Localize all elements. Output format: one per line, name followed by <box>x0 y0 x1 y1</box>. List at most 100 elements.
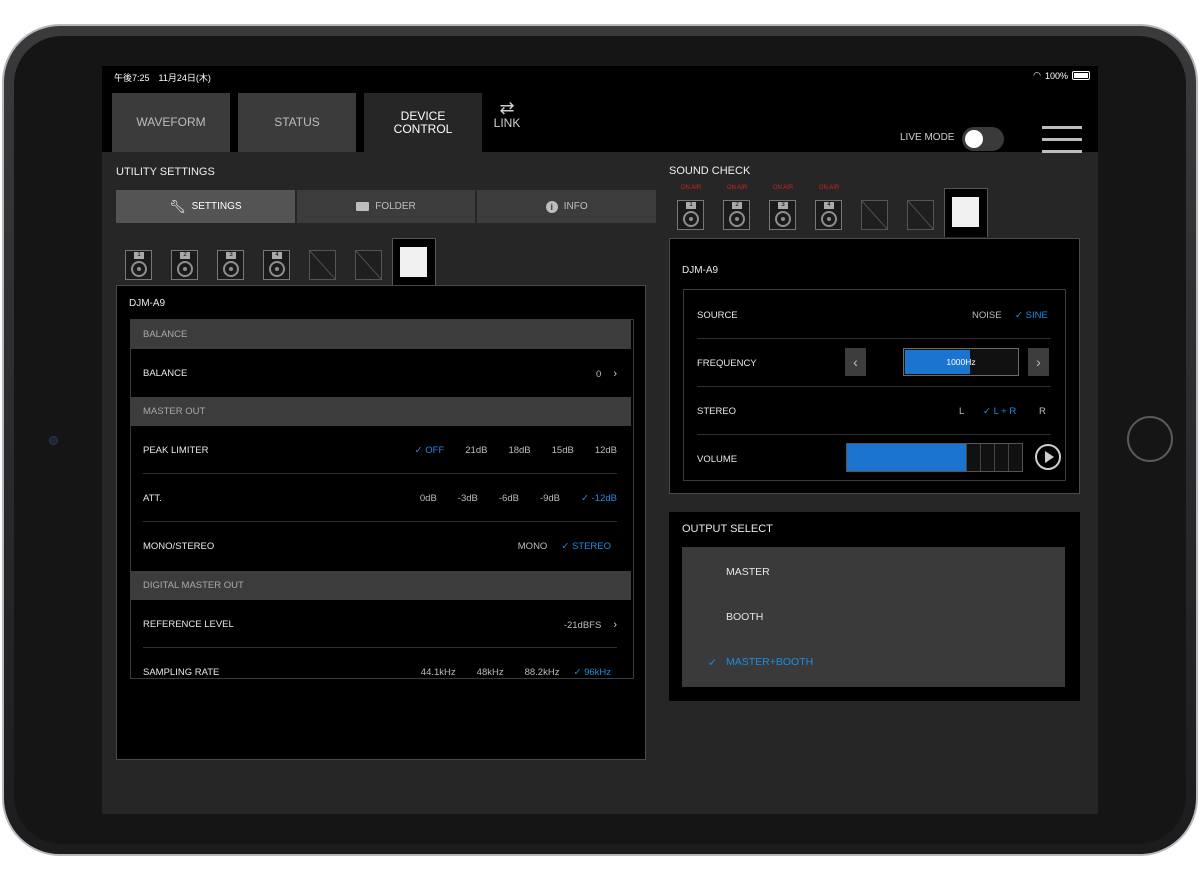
row-reference-level[interactable]: REFERENCE LEVEL -21dBFS › <box>131 600 631 648</box>
row-label: BALANCE <box>143 368 188 379</box>
segment-folder-label: FOLDER <box>375 201 416 212</box>
deck-number: 2 <box>732 202 742 209</box>
hamburger-menu-icon[interactable] <box>1042 126 1082 162</box>
deck-1-button[interactable]: 1 <box>116 243 162 287</box>
frequency-slider[interactable]: 1000Hz <box>903 348 1019 376</box>
turntable-icon <box>131 261 147 277</box>
link-button[interactable]: ⇄ LINK <box>487 99 527 130</box>
on-air-label: ON AIR <box>680 185 702 191</box>
app-screen: 午後7:25 11月24日(木) ◠ 100% WAVEFORM STATUS … <box>102 66 1098 814</box>
option-0db[interactable]: 0dB <box>420 493 437 504</box>
segment-info[interactable]: i INFO <box>477 190 657 223</box>
turntable-icon <box>683 211 699 227</box>
sc-deck-2-button[interactable]: ON AIR 2 <box>714 185 760 237</box>
row-att: ATT. 0dB -3dB -6dB -9dB ✓ -12dB <box>131 474 631 522</box>
segment-settings[interactable]: 🔧︎ SETTINGS <box>116 190 295 223</box>
status-time: 午後7:25 11月24日(木) <box>114 73 211 83</box>
sound-check-device-selector: ON AIR 1 ON AIR 2 ON AIR 3 ON AIR 4 <box>668 185 988 237</box>
output-select-title: OUTPUT SELECT <box>682 523 773 535</box>
sound-check-controls: SOURCE NOISE ✓ SINE FREQUENCY ‹ 1000Hz ›… <box>683 289 1066 481</box>
row-mono-stereo: MONO/STEREO MONO ✓ STEREO <box>131 522 631 570</box>
option-18db[interactable]: 18dB <box>508 445 530 456</box>
row-stereo: STEREO L ✓ L + R R <box>697 386 1051 435</box>
sc-device-name: DJM-A9 <box>682 265 719 276</box>
segment-folder[interactable]: FOLDER <box>296 190 476 223</box>
output-option-master-booth[interactable]: MASTER+BOOTH <box>726 656 813 668</box>
option-l[interactable]: L <box>959 406 964 417</box>
sound-check-panel: DJM-A9 SOURCE NOISE ✓ SINE FREQUENCY ‹ 1… <box>669 238 1080 494</box>
option-44-1khz[interactable]: 44.1kHz <box>421 667 456 678</box>
info-icon: i <box>545 200 558 213</box>
option-minus6db[interactable]: -6dB <box>499 493 519 504</box>
output-option-master[interactable]: MASTER <box>726 566 770 578</box>
row-label: ATT. <box>143 493 162 504</box>
row-frequency: FREQUENCY ‹ 1000Hz › <box>697 338 1051 387</box>
utility-device-selector: 1 2 3 4 <box>116 238 436 287</box>
volume-slider[interactable] <box>846 443 1023 472</box>
mixer-button[interactable] <box>392 238 436 287</box>
on-air-label: ON AIR <box>772 185 794 191</box>
row-label: VOLUME <box>697 454 738 465</box>
segment-info-label: INFO <box>563 201 588 212</box>
option-r[interactable]: R <box>1039 406 1046 417</box>
live-mode-toggle[interactable] <box>962 127 1004 151</box>
turntable-icon <box>775 211 791 227</box>
option-21db[interactable]: 21dB <box>465 445 487 456</box>
option-minus3db[interactable]: -3dB <box>458 493 478 504</box>
option-mono[interactable]: MONO <box>518 541 548 552</box>
deck-empty-slot <box>300 243 346 287</box>
option-12db[interactable]: 12dB <box>595 445 617 456</box>
on-air-label: ON AIR <box>818 185 840 191</box>
option-minus9db[interactable]: -9dB <box>540 493 560 504</box>
status-bar: 午後7:25 11月24日(木) ◠ 100% <box>102 66 1098 86</box>
option-noise[interactable]: NOISE <box>972 310 1002 321</box>
frequency-value: 1000Hz <box>946 357 976 367</box>
turntable-icon <box>223 261 239 277</box>
checkmark-icon: ✓ <box>708 657 718 669</box>
deck-4-button[interactable]: 4 <box>254 243 300 287</box>
option-sine[interactable]: ✓ SINE <box>1015 310 1048 321</box>
tab-device-control[interactable]: DEVICE CONTROL <box>364 93 482 152</box>
row-label: MONO/STEREO <box>143 541 215 552</box>
chevron-right-icon: › <box>613 619 617 631</box>
deck-number: 2 <box>180 252 190 259</box>
battery-percent: 100% <box>1044 70 1068 81</box>
home-button[interactable] <box>1127 416 1173 462</box>
sc-deck-3-button[interactable]: ON AIR 3 <box>760 185 806 237</box>
sc-deck-4-button[interactable]: ON AIR 4 <box>806 185 852 237</box>
chevron-right-icon: › <box>613 368 617 380</box>
output-option-booth[interactable]: BOOTH <box>726 611 763 623</box>
settings-list[interactable]: BALANCE BALANCE 0 › MASTER OUT PEAK LIMIT… <box>130 319 634 679</box>
chevron-right-icon[interactable]: › <box>1028 348 1049 376</box>
option-off[interactable]: ✓ OFF <box>415 445 445 456</box>
utility-segmented-control: 🔧︎ SETTINGS FOLDER i INFO <box>116 190 657 223</box>
row-balance[interactable]: BALANCE 0 › <box>131 349 631 397</box>
utility-panel: DJM-A9 BALANCE BALANCE 0 › MASTER OUT PEA… <box>116 285 646 760</box>
option-stereo[interactable]: ✓ STEREO <box>561 541 611 552</box>
sc-deck-1-button[interactable]: ON AIR 1 <box>668 185 714 237</box>
output-select-panel: OUTPUT SELECT MASTER BOOTH ✓ MASTER+BOOT… <box>669 512 1080 701</box>
row-peak-limiter: PEAK LIMITER ✓ OFF 21dB 18dB 15dB 12dB <box>131 426 631 474</box>
deck-3-button[interactable]: 3 <box>208 243 254 287</box>
tab-waveform-label: WAVEFORM <box>136 115 206 129</box>
option-minus12db[interactable]: ✓ -12dB <box>581 493 617 504</box>
turntable-icon <box>269 261 285 277</box>
sc-mixer-button[interactable] <box>944 188 988 237</box>
deck-empty-slot <box>346 243 392 287</box>
option-88-2khz[interactable]: 88.2kHz <box>525 667 560 678</box>
tab-waveform[interactable]: WAVEFORM <box>112 93 230 152</box>
tab-status[interactable]: STATUS <box>238 93 356 152</box>
battery-icon <box>1072 71 1090 80</box>
option-48khz[interactable]: 48kHz <box>477 667 504 678</box>
play-icon[interactable] <box>1035 444 1061 470</box>
utility-settings-title: UTILITY SETTINGS <box>116 166 215 178</box>
deck-number: 4 <box>272 252 282 259</box>
option-15db[interactable]: 15dB <box>552 445 574 456</box>
wrench-icon: 🔧︎ <box>169 198 186 214</box>
live-mode-label: LIVE MODE <box>900 132 955 143</box>
wifi-icon: ◠ <box>1033 70 1041 80</box>
option-96khz[interactable]: ✓ 96kHz <box>573 667 611 678</box>
deck-2-button[interactable]: 2 <box>162 243 208 287</box>
option-l-plus-r[interactable]: ✓ L + R <box>983 406 1016 417</box>
chevron-left-icon[interactable]: ‹ <box>845 348 866 376</box>
